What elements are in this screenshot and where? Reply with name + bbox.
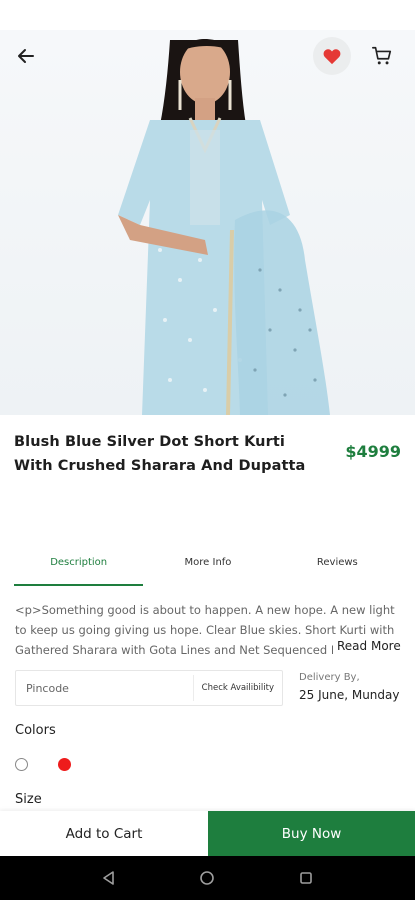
back-button[interactable] [10, 40, 42, 72]
read-more-link[interactable]: Read More [333, 636, 401, 656]
delivery-date: 25 June, Munday [299, 688, 400, 702]
nav-home-button[interactable] [192, 863, 222, 893]
product-image [0, 30, 415, 415]
colors-heading: Colors [15, 723, 56, 738]
buy-now-button[interactable]: Buy Now [208, 811, 415, 856]
favorite-button[interactable] [313, 37, 351, 75]
triangle-back-icon [103, 871, 114, 885]
square-recents-icon [300, 872, 312, 884]
pincode-input[interactable] [16, 671, 193, 705]
cart-button[interactable] [366, 40, 398, 72]
add-to-cart-button[interactable]: Add to Cart [0, 811, 208, 856]
product-photo-illustration [118, 38, 330, 415]
nav-recents-button[interactable] [291, 863, 321, 893]
info-tabs: Description More Info Reviews [14, 548, 402, 586]
tab-reviews[interactable]: Reviews [273, 548, 402, 586]
pincode-box: Check Availibility [15, 670, 283, 706]
color-swatch-red[interactable] [58, 758, 71, 771]
status-bar [0, 0, 415, 30]
action-bar: Add to Cart Buy Now [0, 811, 415, 856]
delivery-label: Delivery By, [299, 672, 360, 683]
tab-description[interactable]: Description [14, 548, 144, 586]
android-nav-bar [0, 856, 415, 900]
cart-icon [372, 46, 392, 65]
color-swatch-white[interactable] [15, 758, 28, 771]
circle-home-icon [200, 871, 215, 885]
arrow-left-icon [18, 49, 34, 63]
product-title: Blush Blue Silver Dot Short Kurti With C… [14, 434, 306, 474]
product-price: $4999 [345, 442, 401, 461]
nav-back-button[interactable] [94, 863, 124, 893]
check-availability-button[interactable]: Check Availibility [192, 675, 282, 701]
tab-more-info[interactable]: More Info [143, 548, 272, 586]
heart-icon [323, 49, 341, 65]
size-heading: Size [15, 792, 42, 807]
